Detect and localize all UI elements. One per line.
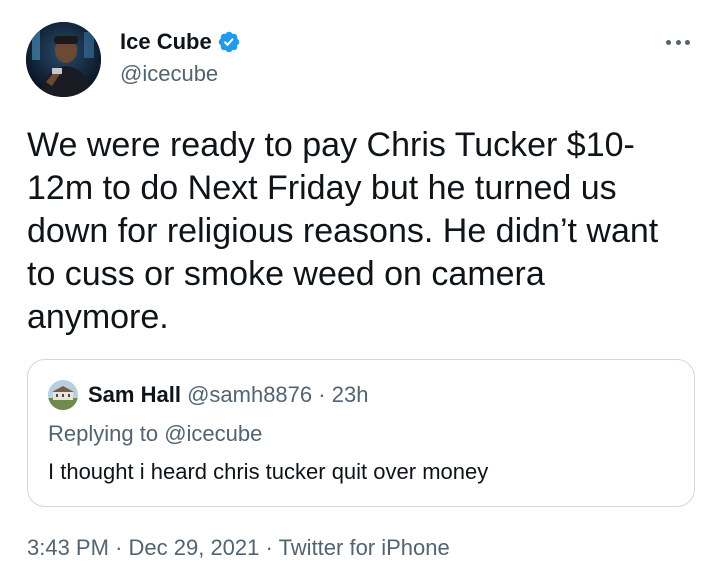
- separator-dot: ·: [265, 535, 273, 560]
- replying-to-handle: @icecube: [164, 421, 263, 446]
- author-name-text: Ice Cube: [120, 29, 212, 54]
- separator-dot: ·: [115, 535, 123, 560]
- profile-photo-icon: [48, 380, 78, 410]
- quoted-time: 23h: [331, 382, 369, 407]
- tweet-date[interactable]: Dec 29, 2021: [129, 535, 260, 560]
- tweet-time[interactable]: 3:43 PM: [27, 535, 109, 560]
- quoted-tweet[interactable]: Sam Hall @samh8876 · 23h Replying to @ic…: [27, 359, 695, 507]
- more-dots-icon: [675, 39, 681, 45]
- quoted-author-handle: @samh8876: [187, 382, 313, 407]
- tweet-text: We were ready to pay Chris Tucker $10-12…: [27, 126, 659, 336]
- more-dots-icon: [685, 39, 690, 45]
- author-avatar[interactable]: [26, 22, 101, 97]
- tweet-source[interactable]: Twitter for iPhone: [279, 535, 450, 560]
- replying-to-line: Replying to @icecube: [48, 420, 262, 448]
- quoted-author-name: Sam Hall: [88, 382, 181, 407]
- tweet-footer: 3:43 PM · Dec 29, 2021 · Twitter for iPh…: [27, 534, 450, 562]
- more-dots-icon: [666, 39, 671, 45]
- more-options-button[interactable]: [662, 32, 694, 52]
- verified-badge-icon: [218, 31, 239, 53]
- author-name[interactable]: Ice Cube: [120, 28, 241, 56]
- author-handle[interactable]: @icecube: [120, 60, 218, 88]
- tweet-card: Ice Cube @icecube We were ready to pay C…: [0, 0, 720, 579]
- quoted-avatar: [48, 380, 78, 410]
- replying-prefix: Replying to: [48, 421, 165, 446]
- profile-photo-icon: [26, 22, 101, 97]
- quoted-text: I thought i heard chris tucker quit over…: [48, 459, 489, 484]
- separator-dot: ·: [318, 382, 326, 407]
- quoted-header: Sam Hall @samh8876 · 23h: [88, 381, 368, 409]
